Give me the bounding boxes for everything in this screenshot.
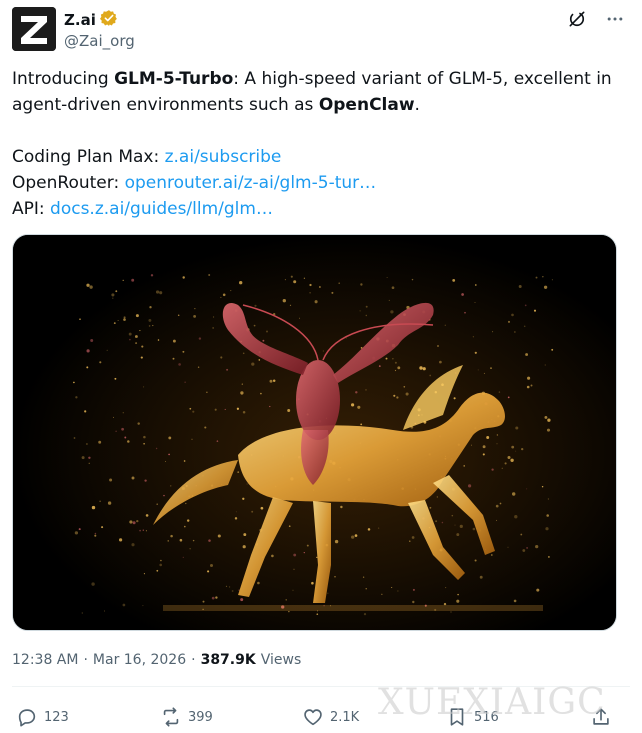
tweet-date[interactable]: Mar 16, 2026 — [93, 652, 186, 668]
handle[interactable]: @Zai_org — [64, 32, 135, 50]
meta-separator-2: · — [191, 652, 196, 668]
api-line: API: docs.z.ai/guides/llm/glm… — [12, 196, 628, 222]
heart-icon — [304, 709, 322, 726]
display-name[interactable]: Z.ai — [64, 11, 96, 29]
tweet-time[interactable]: 12:38 AM — [12, 652, 78, 668]
repost-button[interactable]: 399 — [160, 706, 213, 728]
tweet-meta: 12:38 AM · Mar 16, 2026 · 387.9K Views — [12, 652, 301, 668]
openrouter-line: OpenRouter: openrouter.ai/z-ai/glm-5-tur… — [12, 170, 628, 196]
reply-button[interactable]: 123 — [16, 706, 69, 728]
tweet: Z.ai @Zai_org Introducing GLM-5-Turbo: A… — [0, 0, 642, 733]
intro-paragraph: Introducing GLM-5-Turbo: A high-speed va… — [12, 66, 628, 118]
api-label: API: — [12, 199, 51, 219]
model-name: GLM-5-Turbo — [114, 69, 234, 89]
bookmark-count: 516 — [474, 709, 499, 725]
reply-icon — [18, 709, 36, 727]
tweet-image[interactable] — [12, 234, 617, 631]
repost-icon — [163, 707, 179, 727]
views-label: Views — [260, 652, 302, 668]
verified-badge-icon — [99, 9, 118, 31]
meta-separator: · — [83, 652, 88, 668]
subscribe-link[interactable]: z.ai/subscribe — [165, 147, 282, 167]
reply-count: 123 — [44, 709, 69, 725]
divider — [12, 686, 630, 687]
intro-suffix: . — [414, 95, 420, 115]
bookmark-icon — [450, 708, 464, 726]
coding-plan-line: Coding Plan Max: z.ai/subscribe — [12, 144, 628, 170]
lobster-riding-horse-image — [13, 235, 616, 630]
coding-plan-label: Coding Plan Max: — [12, 147, 165, 167]
grok-icon[interactable] — [566, 8, 588, 30]
share-button[interactable] — [590, 706, 612, 728]
action-bar: 123 399 2.1K 516 — [12, 706, 618, 730]
author-name-row: Z.ai — [64, 9, 118, 31]
tweet-header-actions — [566, 8, 626, 30]
more-icon[interactable] — [604, 8, 626, 30]
tweet-text: Introducing GLM-5-Turbo: A high-speed va… — [12, 66, 628, 222]
avatar[interactable] — [12, 7, 56, 51]
z-logo-icon — [12, 7, 56, 51]
like-count: 2.1K — [330, 709, 360, 725]
openrouter-label: OpenRouter: — [12, 173, 125, 193]
openclaw-name: OpenClaw — [318, 95, 415, 115]
openrouter-link[interactable]: openrouter.ai/z-ai/glm-5-tur… — [125, 173, 377, 193]
share-icon — [593, 708, 609, 725]
bookmark-button[interactable]: 516 — [446, 706, 499, 728]
intro-prefix: Introducing — [12, 69, 115, 89]
repost-count: 399 — [188, 709, 213, 725]
like-button[interactable]: 2.1K — [302, 706, 359, 728]
api-docs-link[interactable]: docs.z.ai/guides/llm/glm… — [50, 199, 273, 219]
views-count: 387.9K — [200, 652, 256, 668]
